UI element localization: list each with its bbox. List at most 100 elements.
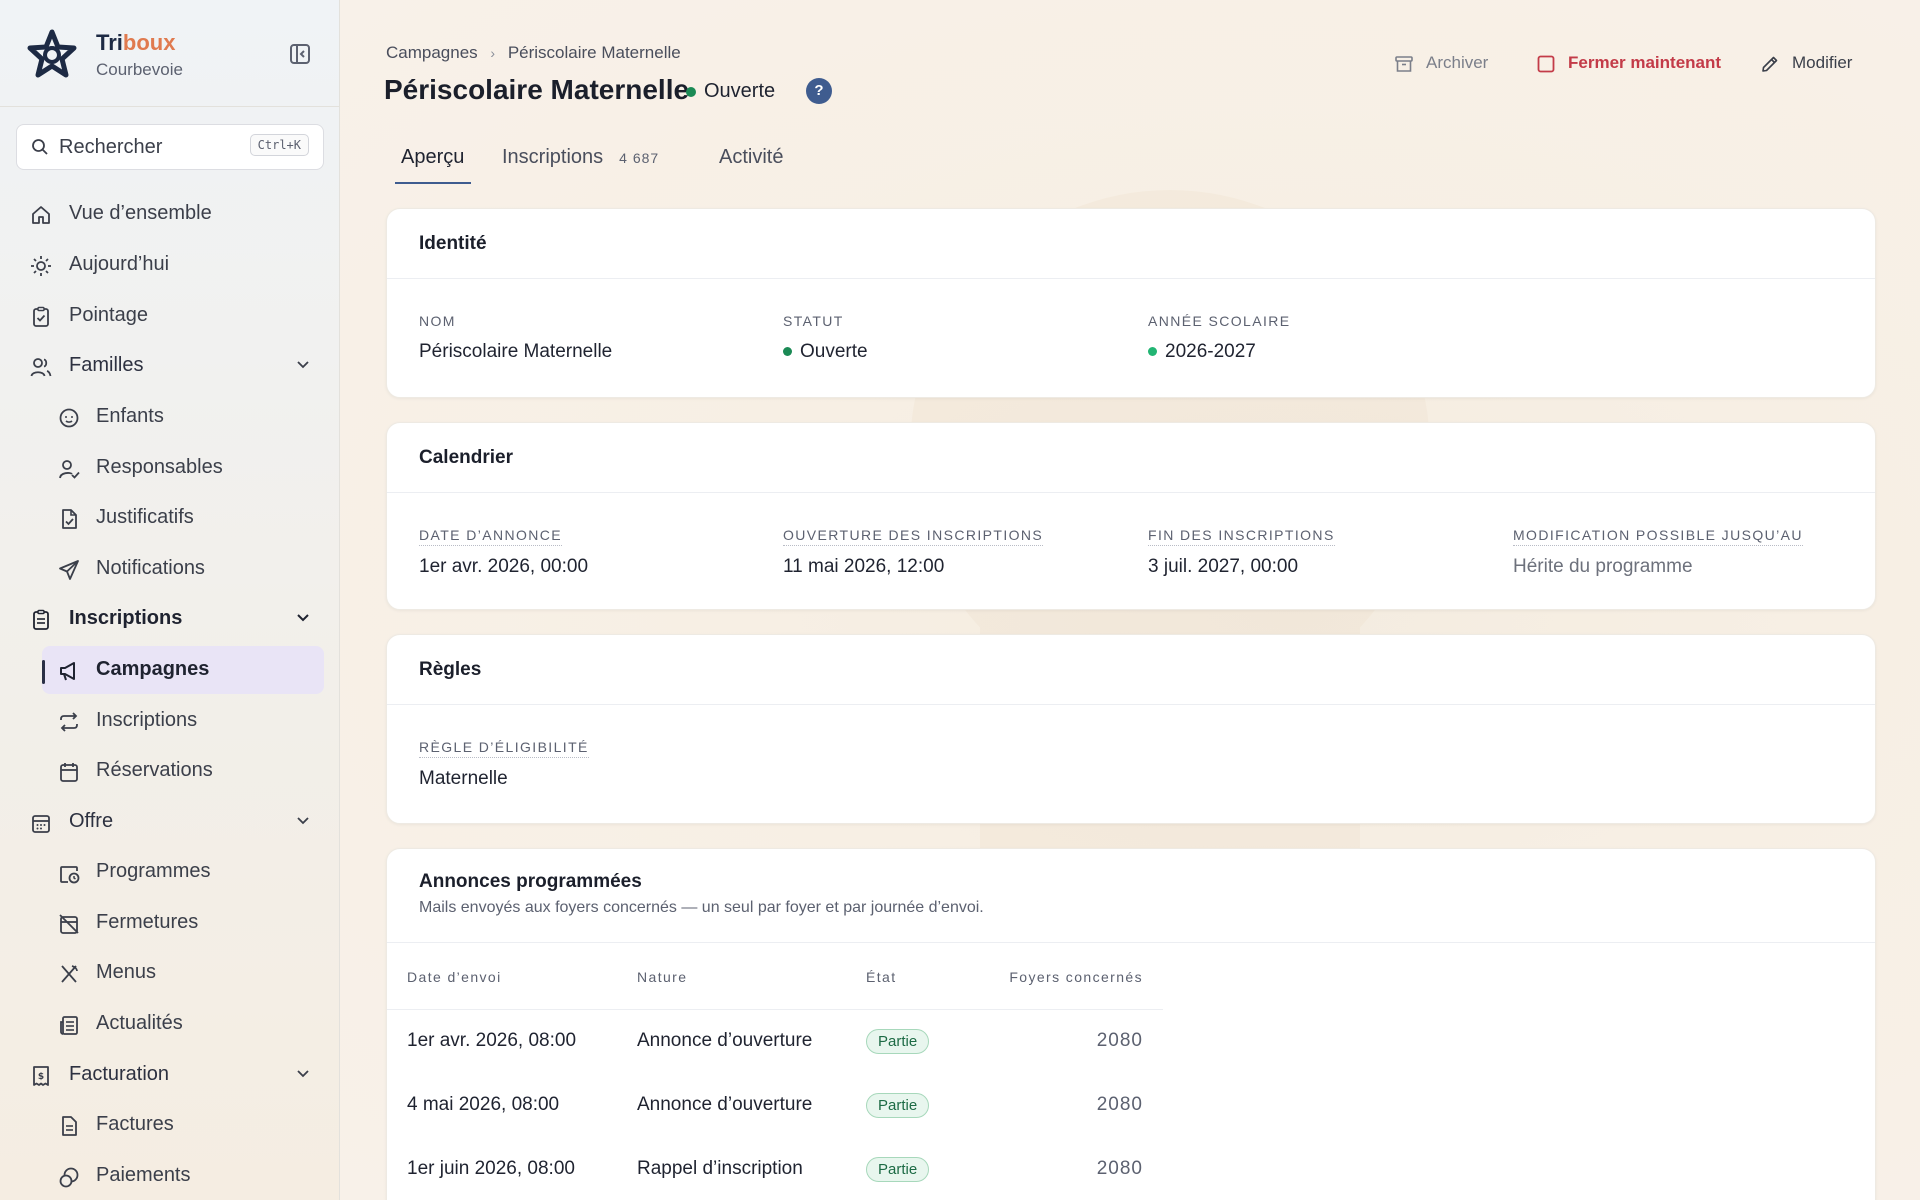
- sidebar-item-label: Familles: [69, 354, 144, 376]
- newspaper-icon: [60, 1016, 78, 1035]
- calendar-days-icon: [32, 815, 50, 833]
- cell-count: 2080: [1096, 1030, 1143, 1052]
- table-header-row: Date d’envoi Nature État Foyers concerné…: [387, 945, 1163, 1010]
- sidebar-item-programmes[interactable]: Programmes: [16, 848, 324, 896]
- field-label[interactable]: Fin des inscriptions: [1148, 527, 1335, 546]
- sidebar-item-reservations[interactable]: Réservations: [16, 747, 324, 795]
- sidebar-item-today[interactable]: Aujourd’hui: [16, 241, 324, 289]
- search-input[interactable]: Rechercher Ctrl+K: [16, 124, 324, 170]
- sidebar-item-pointage[interactable]: Pointage: [16, 292, 324, 340]
- column-header: Foyers concernés: [965, 945, 1163, 1010]
- sidebar-item-enfants[interactable]: Enfants: [16, 393, 324, 441]
- field-label: Statut: [783, 313, 844, 329]
- edit-button[interactable]: Modifier: [1760, 52, 1870, 76]
- logo-icon: [27, 29, 77, 78]
- sidebar-item-overview[interactable]: Vue d’ensemble: [16, 190, 324, 238]
- table-row[interactable]: 4 mai 2026, 08:00 Annonce d’ouverture Pa…: [387, 1073, 1163, 1137]
- cell-state: Partie: [846, 1073, 965, 1137]
- sidebar-item-menus[interactable]: Menus: [16, 949, 324, 997]
- field-label[interactable]: Règle d’éligibilité: [419, 739, 589, 758]
- coins-icon: [59, 1167, 79, 1188]
- sidebar: Triboux Courbevoie Rechercher Ctrl+K Vue…: [0, 0, 340, 1200]
- card-title: Règles: [419, 659, 482, 680]
- cell-date: 4 mai 2026, 08:00: [407, 1094, 560, 1115]
- field-edit-until: Modification possible jusqu’au Hérite du…: [1513, 527, 1803, 578]
- status-badge: Ouverte: [686, 80, 775, 103]
- sidebar-item-label: Réservations: [96, 759, 213, 781]
- column-header: Nature: [617, 945, 846, 1010]
- field-label[interactable]: Date d’annonce: [419, 527, 563, 546]
- tab-label: Inscriptions: [502, 146, 604, 168]
- sidebar-item-responsables[interactable]: Responsables: [16, 444, 324, 492]
- state-badge: Partie: [866, 1092, 930, 1118]
- page-title: Périscolaire Maternelle: [384, 74, 690, 105]
- table-row[interactable]: 1er juin 2026, 08:00 Rappel d’inscriptio…: [387, 1137, 1163, 1200]
- sidebar-item-label: Facturation: [69, 1063, 170, 1085]
- help-button[interactable]: ?: [806, 78, 832, 104]
- sidebar-item-familles[interactable]: Familles: [16, 342, 324, 390]
- cell-count: 2080: [1096, 1094, 1143, 1115]
- field-name: Nom Périscolaire Maternelle: [419, 313, 612, 363]
- tab-apercu[interactable]: Aperçu: [401, 146, 464, 169]
- status-dot: [783, 347, 792, 357]
- close-now-button[interactable]: Fermer maintenant: [1536, 52, 1736, 76]
- tab-activite[interactable]: Activité: [719, 146, 783, 169]
- card-header: Règles: [387, 635, 1875, 705]
- cell-date: 1er juin 2026, 08:00: [407, 1158, 575, 1179]
- sidebar-item-inscriptions[interactable]: Inscriptions: [16, 697, 324, 745]
- sidebar-item-offre[interactable]: Offre: [16, 798, 324, 846]
- sidebar-item-inscriptions-section[interactable]: Inscriptions: [16, 595, 324, 643]
- sidebar-item-notifications[interactable]: Notifications: [16, 545, 324, 593]
- sidebar-item-label: Paiements: [96, 1164, 191, 1186]
- active-indicator: [42, 660, 45, 684]
- brand[interactable]: Triboux Courbevoie: [24, 24, 324, 84]
- announcements-table: Date d’envoi Nature État Foyers concerné…: [387, 945, 1163, 1200]
- chevron-down-icon: [297, 1070, 309, 1078]
- card-title: Identité: [419, 233, 487, 254]
- megaphone-icon: [60, 662, 75, 681]
- card-divider: [387, 942, 1875, 943]
- chevron-down-icon: [297, 817, 309, 825]
- field-announce-date: Date d’annonce 1er avr. 2026, 00:00: [419, 527, 588, 578]
- send-icon: [59, 560, 79, 580]
- sidebar-item-actualites[interactable]: Actualités: [16, 1000, 324, 1048]
- users-icon: [30, 358, 52, 377]
- sidebar-item-campagnes[interactable]: Campagnes: [42, 646, 324, 694]
- sidebar-item-facturation[interactable]: $ Facturation: [16, 1051, 324, 1099]
- sidebar-item-label: Campagnes: [96, 658, 210, 680]
- clipboard-list-icon: [33, 609, 49, 630]
- table-row[interactable]: 1er avr. 2026, 08:00 Annonce d’ouverture…: [387, 1009, 1163, 1073]
- sidebar-item-fermetures[interactable]: Fermetures: [16, 899, 324, 947]
- sidebar-item-factures[interactable]: Factures: [16, 1101, 324, 1149]
- calendar-clock-icon: [60, 866, 80, 884]
- archive-button[interactable]: Archiver: [1394, 52, 1504, 76]
- sidebar-item-label: Programmes: [96, 860, 211, 882]
- archive-icon: [1395, 56, 1413, 72]
- sidebar-item-label: Notifications: [96, 557, 205, 579]
- field-end-date: Fin des inscriptions 3 juil. 2027, 00:00: [1148, 527, 1335, 578]
- calendar-off-icon: [59, 914, 79, 934]
- search-icon: [32, 139, 48, 155]
- sidebar-item-justificatifs[interactable]: Justificatifs: [16, 494, 324, 542]
- field-label[interactable]: Modification possible jusqu’au: [1513, 527, 1803, 546]
- sidebar-item-label: Factures: [96, 1113, 174, 1135]
- field-value: Maternelle: [419, 768, 508, 789]
- field-eligibility: Règle d’éligibilité Maternelle: [419, 739, 589, 790]
- sidebar-item-label: Justificatifs: [96, 506, 194, 528]
- user-check-icon: [59, 460, 80, 479]
- field-label: Nom: [419, 313, 456, 329]
- close-now-label: Fermer maintenant: [1568, 53, 1722, 72]
- breadcrumb-parent[interactable]: Campagnes: [386, 43, 478, 63]
- sidebar-item-paiements[interactable]: Paiements: [16, 1152, 324, 1200]
- announcements-card: Annonces programmées Mails envoyés aux f…: [386, 848, 1876, 1200]
- field-label[interactable]: Ouverture des inscriptions: [783, 527, 1044, 546]
- home-icon: [32, 206, 50, 224]
- chevron-right-icon: ›: [490, 44, 496, 61]
- tab-inscriptions[interactable]: Inscriptions 4 687: [502, 146, 659, 169]
- sidebar-item-label: Fermetures: [96, 911, 199, 933]
- sidebar-item-label: Responsables: [96, 456, 223, 478]
- cell-date: 1er avr. 2026, 08:00: [407, 1030, 577, 1052]
- collapse-sidebar-icon[interactable]: [286, 42, 314, 66]
- brand-city: Courbevoie: [96, 60, 183, 79]
- field-value: Hérite du programme: [1513, 556, 1693, 577]
